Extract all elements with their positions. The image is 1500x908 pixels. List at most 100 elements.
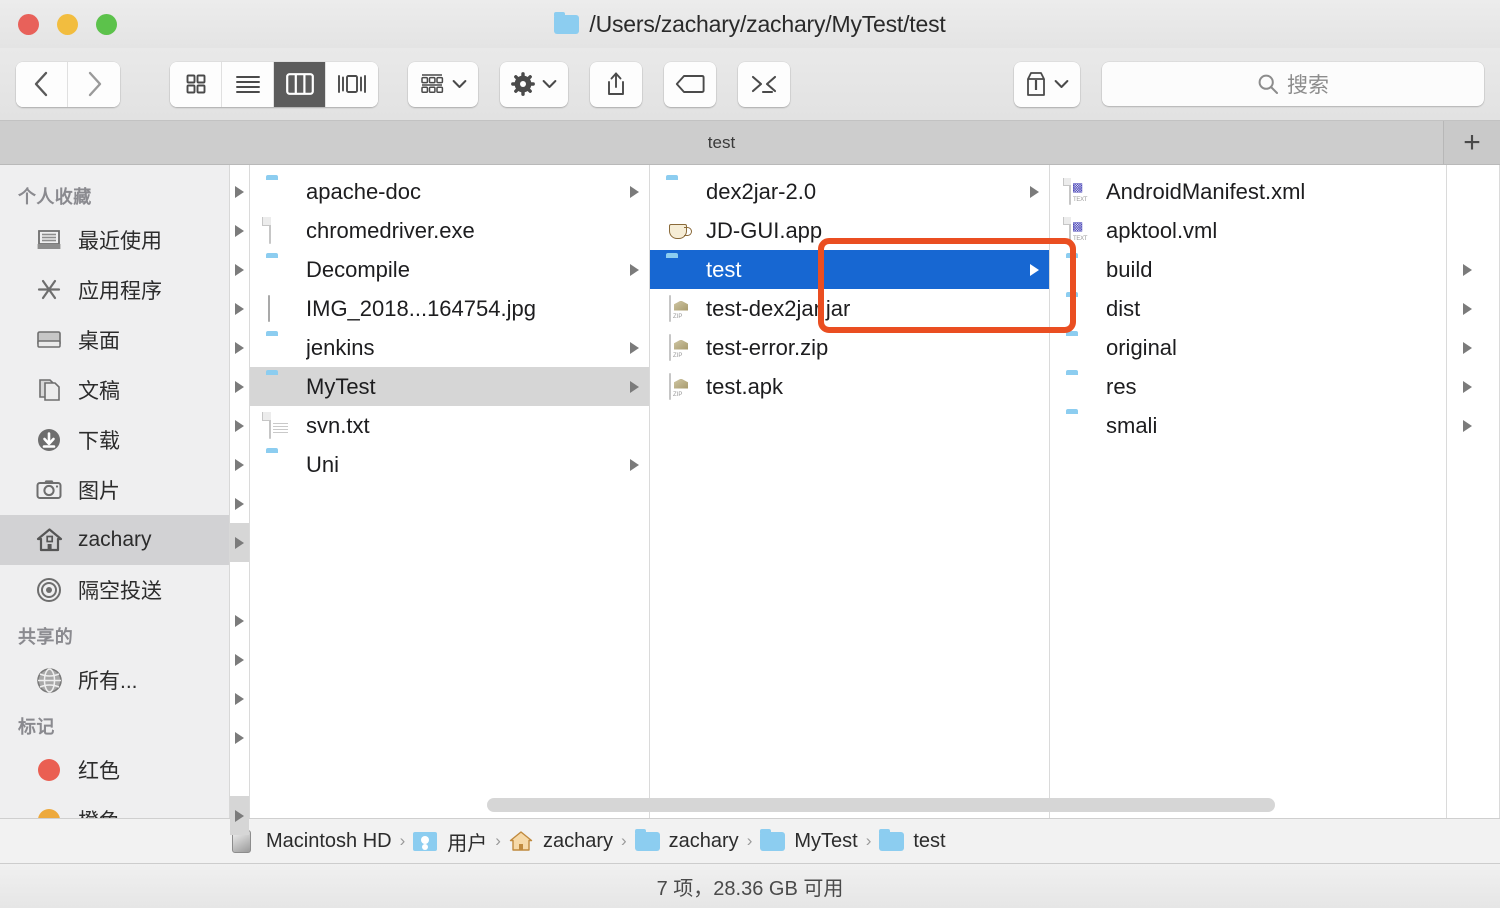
sidebar-item-downloads[interactable]: 下载 xyxy=(0,415,229,465)
table-row[interactable] xyxy=(1447,250,1499,289)
list-item[interactable] xyxy=(230,679,249,718)
horizontal-scrollbar[interactable] xyxy=(250,798,1500,812)
list-item[interactable] xyxy=(230,562,249,601)
breadcrumb-zachary-folder[interactable]: zachary xyxy=(634,828,739,853)
table-row-selected[interactable]: MyTest xyxy=(250,367,649,406)
disclosure-arrow-icon[interactable] xyxy=(630,263,639,276)
column-view-button[interactable] xyxy=(274,61,326,107)
list-view-button[interactable] xyxy=(222,61,274,107)
sidebar-item-pictures[interactable]: 图片 xyxy=(0,465,229,515)
archive-button[interactable] xyxy=(1014,61,1080,107)
list-item[interactable] xyxy=(230,484,249,523)
table-row[interactable] xyxy=(1447,367,1499,406)
table-row[interactable]: res xyxy=(1050,367,1446,406)
column-4-partial[interactable] xyxy=(1447,165,1500,818)
disclosure-arrow-icon[interactable] xyxy=(630,341,639,354)
list-item[interactable] xyxy=(230,172,249,211)
table-row[interactable]: apache-doc xyxy=(250,172,649,211)
column-0-partial[interactable] xyxy=(230,165,250,835)
list-item[interactable] xyxy=(230,601,249,640)
table-row[interactable] xyxy=(1447,328,1499,367)
disclosure-arrow-icon[interactable] xyxy=(630,458,639,471)
group-by-button[interactable] xyxy=(408,61,478,107)
sidebar-item-applications[interactable]: 应用程序 xyxy=(0,265,229,315)
back-button[interactable] xyxy=(16,61,68,107)
table-row-build[interactable]: build xyxy=(1050,250,1446,289)
table-row[interactable]: ZIP test.apk xyxy=(650,367,1049,406)
sidebar-item-all-shared[interactable]: 所有... xyxy=(0,655,229,705)
disclosure-arrow-icon[interactable] xyxy=(1463,341,1472,354)
disclosure-arrow-icon[interactable] xyxy=(1463,380,1472,393)
table-row[interactable] xyxy=(1447,172,1499,211)
list-item[interactable] xyxy=(230,445,249,484)
terminal-button[interactable] xyxy=(738,61,790,107)
disclosure-arrow-icon[interactable] xyxy=(1030,263,1039,276)
scrollbar-thumb[interactable] xyxy=(487,798,1275,812)
sidebar-item-desktop[interactable]: 桌面 xyxy=(0,315,229,365)
maximize-button[interactable] xyxy=(96,13,117,35)
breadcrumb-users[interactable]: 用户 xyxy=(413,827,487,856)
table-row[interactable]: original xyxy=(1050,328,1446,367)
minimize-button[interactable] xyxy=(57,13,78,35)
disclosure-arrow-icon[interactable] xyxy=(1463,302,1472,315)
table-row[interactable]: svn.txt xyxy=(250,406,649,445)
disclosure-arrow-icon[interactable] xyxy=(630,380,639,393)
folder-icon xyxy=(266,335,294,361)
table-row[interactable]: TEXT apktool.vml xyxy=(1050,211,1446,250)
list-item[interactable] xyxy=(230,640,249,679)
list-item[interactable] xyxy=(230,406,249,445)
list-item[interactable] xyxy=(230,289,249,328)
table-row[interactable]: IMG_2018...164754.jpg xyxy=(250,289,649,328)
list-item[interactable] xyxy=(230,328,249,367)
sidebar-item-zachary[interactable]: zachary xyxy=(0,515,229,565)
table-row[interactable]: jenkins xyxy=(250,328,649,367)
table-row[interactable]: TEXT AndroidManifest.xml xyxy=(1050,172,1446,211)
disclosure-arrow-icon[interactable] xyxy=(1463,419,1472,432)
column-1[interactable]: apache-doc chromedriver.exe Decompile IM… xyxy=(250,165,650,818)
table-row[interactable]: chromedriver.exe xyxy=(250,211,649,250)
sidebar-item-documents[interactable]: 文稿 xyxy=(0,365,229,415)
table-row[interactable] xyxy=(1447,406,1499,445)
list-item[interactable] xyxy=(230,367,249,406)
table-row[interactable]: ZIP test-error.zip xyxy=(650,328,1049,367)
disclosure-arrow-icon[interactable] xyxy=(630,185,639,198)
table-row[interactable]: Uni xyxy=(250,445,649,484)
column-3[interactable]: TEXT AndroidManifest.xml TEXT apktool.vm… xyxy=(1050,165,1447,818)
table-row[interactable] xyxy=(1447,289,1499,328)
breadcrumb-mytest[interactable]: MyTest xyxy=(760,828,858,853)
sidebar-item-tag-orange[interactable]: 橙色 xyxy=(0,795,229,818)
disclosure-arrow-icon[interactable] xyxy=(1030,185,1039,198)
table-row[interactable]: JD-GUI.app xyxy=(650,211,1049,250)
table-row[interactable] xyxy=(1447,211,1499,250)
sidebar-item-airdrop[interactable]: 隔空投送 xyxy=(0,565,229,615)
close-button[interactable] xyxy=(18,13,39,35)
sidebar-item-tag-red[interactable]: 红色 xyxy=(0,745,229,795)
action-button[interactable] xyxy=(500,61,568,107)
table-row[interactable]: ZIP test-dex2jar.jar xyxy=(650,289,1049,328)
table-row[interactable]: smali xyxy=(1050,406,1446,445)
breadcrumb-zachary-home[interactable]: zachary xyxy=(509,830,613,853)
icon-view-button[interactable] xyxy=(170,61,222,107)
table-row[interactable]: Decompile xyxy=(250,250,649,289)
tag-button[interactable] xyxy=(664,61,716,107)
disclosure-arrow-icon[interactable] xyxy=(1463,263,1472,276)
forward-button[interactable] xyxy=(68,61,120,107)
list-item[interactable] xyxy=(230,796,249,835)
list-item[interactable] xyxy=(230,211,249,250)
table-row[interactable]: dex2jar-2.0 xyxy=(650,172,1049,211)
new-tab-button[interactable]: + xyxy=(1444,121,1500,164)
table-row-selected[interactable]: test xyxy=(650,250,1049,289)
list-item-selected[interactable] xyxy=(230,523,249,562)
column-2[interactable]: dex2jar-2.0 JD-GUI.app test ZIP test-dex… xyxy=(650,165,1050,818)
list-item[interactable] xyxy=(230,718,249,757)
search-input[interactable]: 搜索 xyxy=(1102,62,1484,106)
table-row-dist[interactable]: dist xyxy=(1050,289,1446,328)
tab-test[interactable]: test xyxy=(0,121,1444,164)
list-item[interactable] xyxy=(230,250,249,289)
breadcrumb-test[interactable]: test xyxy=(879,828,946,853)
gallery-view-button[interactable] xyxy=(326,61,378,107)
sidebar-item-recents[interactable]: 最近使用 xyxy=(0,215,229,265)
breadcrumb-macintosh-hd[interactable]: Macintosh HD xyxy=(232,829,392,853)
list-item[interactable] xyxy=(230,757,249,796)
share-button[interactable] xyxy=(590,61,642,107)
